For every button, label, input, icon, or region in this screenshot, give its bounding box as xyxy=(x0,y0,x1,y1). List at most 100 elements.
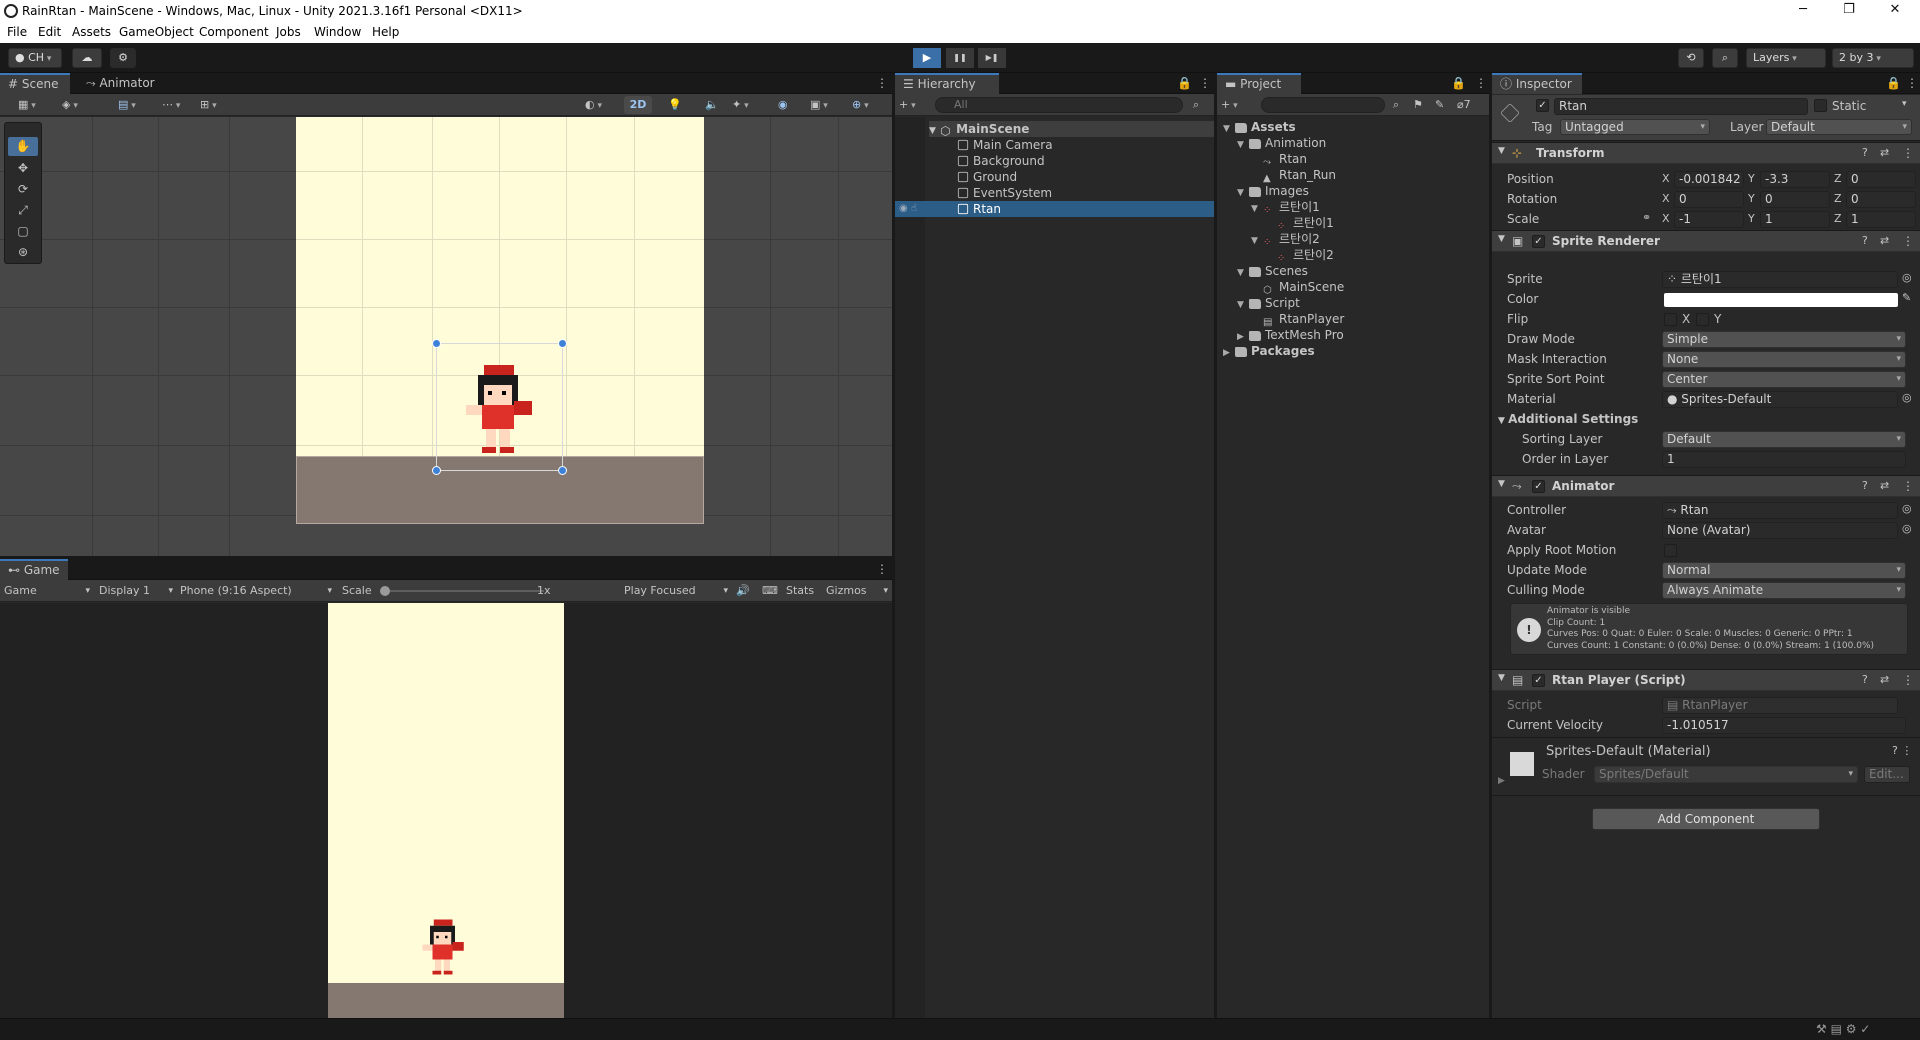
rect-tool-icon[interactable]: ▢ xyxy=(8,222,38,241)
transform-rotation-y-field[interactable]: 0 xyxy=(1760,191,1830,208)
color-swatch[interactable] xyxy=(1664,293,1898,307)
hierarchy-item-ground[interactable]: Ground xyxy=(957,169,1017,185)
aspect-dropdown[interactable]: Phone (9:16 Aspect) ▾ xyxy=(180,583,332,599)
scene-search-icon[interactable]: ⌕ xyxy=(1193,97,1199,113)
game-more-icon[interactable]: ⋮ xyxy=(868,559,896,580)
static-dropdown-icon[interactable]: ▾ xyxy=(1902,99,1907,109)
hierarchy-item-rtan[interactable]: Rtan xyxy=(925,201,1214,217)
history-icon[interactable]: ⟲ xyxy=(1678,48,1704,68)
sorting-layer-dropdown[interactable]: Default xyxy=(1662,431,1906,448)
render-mode-icon[interactable]: ◈ xyxy=(62,97,78,113)
foldout-arrow-icon[interactable]: ▼ xyxy=(1223,121,1235,137)
project-item[interactable]: ▼ ⁘ 르탄이2 xyxy=(1251,231,1320,249)
hierarchy-search-input[interactable]: All xyxy=(935,97,1183,113)
scale-slider-thumb[interactable] xyxy=(380,586,390,596)
tab-game[interactable]: ⊷ Game xyxy=(0,559,68,580)
foldout-arrow-icon[interactable]: ▼ xyxy=(1237,265,1249,281)
layout-dropdown[interactable]: 2 by 3 xyxy=(1832,48,1914,68)
project-more-icon[interactable]: ⋮ xyxy=(1467,73,1495,94)
active-checkbox[interactable]: ✓ xyxy=(1536,99,1549,112)
controller-picker-icon[interactable]: ◎ xyxy=(1902,502,1912,515)
transform-rotation-x-field[interactable]: 0 xyxy=(1674,191,1744,208)
foldout-arrow-icon[interactable]: ▼ xyxy=(1251,201,1263,217)
search-by-label-icon[interactable]: ⚑ xyxy=(1413,97,1423,113)
transform-position-x-field[interactable]: -0.001842 xyxy=(1674,171,1744,188)
rect-handle[interactable] xyxy=(432,339,441,348)
draw-mode-dropdown[interactable]: Simple xyxy=(1662,331,1906,348)
avatar-picker-icon[interactable]: ◎ xyxy=(1902,522,1912,535)
transform-rotation-z-field[interactable]: 0 xyxy=(1846,191,1916,208)
hidden-objects-icon[interactable]: ◉ xyxy=(778,97,788,113)
pause-button[interactable]: ❚❚ xyxy=(946,48,974,68)
material-field[interactable]: ● Sprites-Default xyxy=(1662,391,1898,408)
foldout-arrow-icon[interactable]: ▼ xyxy=(1237,297,1249,313)
project-search-input[interactable] xyxy=(1261,97,1385,113)
scale-tool-icon[interactable]: ⤢ xyxy=(8,201,38,220)
flip-y-checkbox[interactable] xyxy=(1696,313,1709,326)
grid-snap-icon[interactable]: ▤ xyxy=(118,97,136,113)
avatar-field[interactable]: None (Avatar) xyxy=(1662,522,1898,539)
eyedropper-icon[interactable]: ✎ xyxy=(1902,291,1911,304)
material-foldout-icon[interactable]: ▶ xyxy=(1498,776,1505,786)
play-focused-dropdown[interactable]: Play Focused ▾ xyxy=(624,583,728,599)
scene-view[interactable]: ✋ ✥ ⟳ ⤢ ▢ ⊛ xyxy=(0,117,892,556)
cloud-icon[interactable]: ☁ xyxy=(72,48,102,68)
transform-position-y-field[interactable]: -3.3 xyxy=(1760,171,1830,188)
tag-dropdown[interactable]: Untagged xyxy=(1560,119,1710,135)
shader-dropdown[interactable]: Sprites/Default xyxy=(1594,766,1858,783)
transform-scale-y-field[interactable]: 1 xyxy=(1760,211,1830,228)
help-icon[interactable]: ? xyxy=(1862,234,1868,247)
object-name-field[interactable]: Rtan xyxy=(1554,98,1808,115)
transform-scale-z-field[interactable]: 1 xyxy=(1846,211,1916,228)
project-item[interactable]: ▼ Animation xyxy=(1237,135,1326,151)
update-mode-dropdown[interactable]: Normal xyxy=(1662,562,1906,579)
maximize-button[interactable]: ❐ xyxy=(1826,0,1872,22)
menu-edit[interactable]: Edit xyxy=(38,25,61,39)
tab-inspector[interactable]: ⓘ Inspector xyxy=(1492,73,1582,94)
static-checkbox[interactable] xyxy=(1814,99,1827,112)
scene-root-row[interactable]: ▼ ⬡ MainScene xyxy=(929,121,1214,138)
project-item[interactable]: ⬡ MainScene xyxy=(1251,279,1344,296)
script-enabled-checkbox[interactable]: ✓ xyxy=(1532,674,1545,687)
draw-mode-icon[interactable]: ▦ xyxy=(18,97,36,113)
order-in-layer-field[interactable]: 1 xyxy=(1662,451,1906,468)
material-help-icon[interactable]: ? ⋮ xyxy=(1892,744,1912,757)
menu-component[interactable]: Component xyxy=(199,25,269,39)
menu-assets[interactable]: Assets xyxy=(72,25,111,39)
menu-gameobject[interactable]: GameObject xyxy=(119,25,194,39)
rect-handle[interactable] xyxy=(558,339,567,348)
foldout-arrow-icon[interactable]: ▼ xyxy=(1251,233,1263,249)
preset-icon[interactable]: ⇄ xyxy=(1880,146,1889,159)
help-icon[interactable]: ? xyxy=(1862,479,1868,492)
preset-icon[interactable]: ⇄ xyxy=(1880,234,1889,247)
project-item[interactable]: ▶ TextMesh Pro xyxy=(1237,327,1344,343)
apply-root-motion-checkbox[interactable] xyxy=(1664,544,1677,557)
stats-button[interactable]: Stats xyxy=(786,583,814,599)
favorite-icon[interactable]: ✎ xyxy=(1435,97,1444,113)
rtan-player-header[interactable]: ▼ ▤ ✓ Rtan Player (Script) ? ⇄ ⋮ xyxy=(1492,669,1920,691)
controller-field[interactable]: ⤳ Rtan xyxy=(1662,502,1898,519)
foldout-arrow-icon[interactable]: ▼ xyxy=(1237,137,1249,153)
mask-interaction-dropdown[interactable]: None xyxy=(1662,351,1906,368)
transform-tool-icon[interactable]: ⊛ xyxy=(8,243,38,262)
component-more-icon[interactable]: ⋮ xyxy=(1902,673,1914,687)
account-dropdown[interactable]: ● CH xyxy=(8,48,62,68)
collab-icon[interactable]: ⚙ xyxy=(110,48,136,68)
project-item[interactable]: ▼ Images xyxy=(1237,183,1309,199)
search-icon[interactable]: ⌕ xyxy=(1712,48,1738,68)
tab-animator[interactable]: ⤳ Animator xyxy=(78,73,163,94)
project-item[interactable]: ▼ Assets xyxy=(1223,119,1296,135)
foldout-arrow-icon[interactable]: ▶ xyxy=(1223,345,1235,361)
camera-icon[interactable]: ▣ xyxy=(810,97,828,113)
layers-dropdown[interactable]: Layers xyxy=(1746,48,1826,68)
menu-jobs[interactable]: Jobs xyxy=(276,25,301,39)
mute-audio-icon[interactable]: 🔊 xyxy=(736,583,750,599)
animator-enabled-checkbox[interactable]: ✓ xyxy=(1532,480,1545,493)
additional-settings-foldout[interactable]: ▼ Additional Settings xyxy=(1498,411,1638,428)
culling-mode-dropdown[interactable]: Always Animate xyxy=(1662,582,1906,599)
move-tool-icon[interactable]: ✥ xyxy=(8,159,38,178)
tab-hierarchy[interactable]: ☰ Hierarchy xyxy=(895,73,999,94)
tab-scene[interactable]: # Scene xyxy=(0,73,70,94)
object-picker-icon[interactable]: ◎ xyxy=(1902,271,1912,284)
animator-header[interactable]: ▼ ⤳ ✓ Animator ? ⇄ ⋮ xyxy=(1492,475,1920,497)
